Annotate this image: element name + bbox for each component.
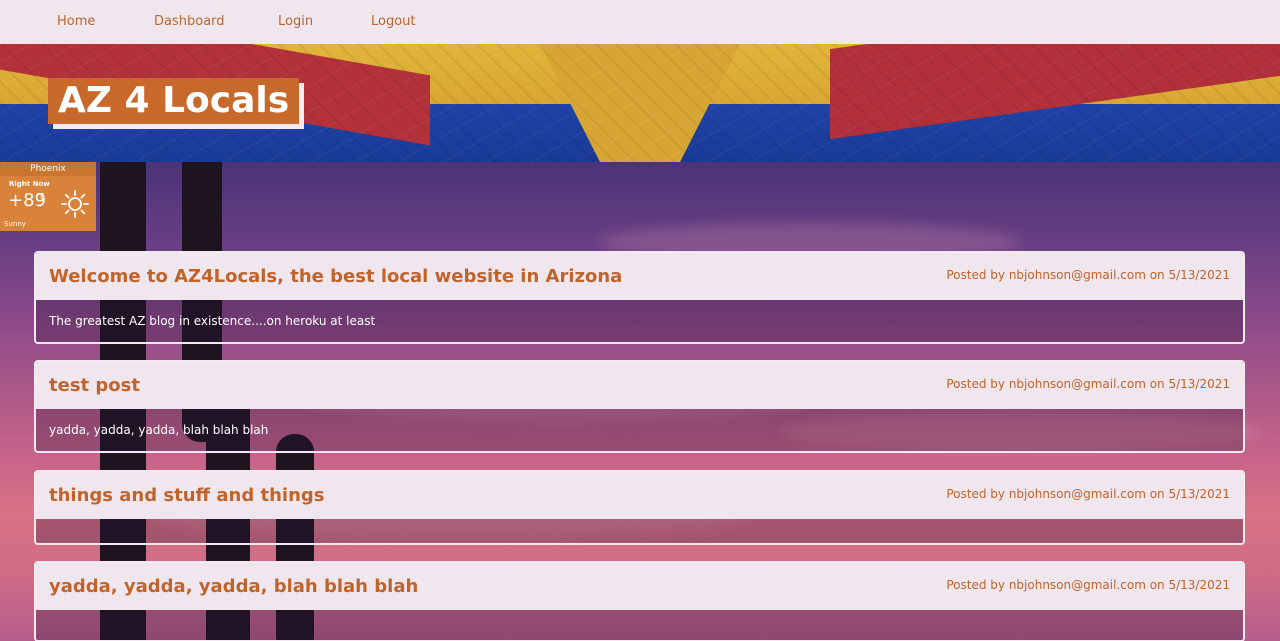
site-title-box: AZ 4 Locals <box>48 78 300 124</box>
post-title[interactable]: yadda, yadda, yadda, blah blah blah <box>49 576 418 597</box>
nav-login-link[interactable]: Login <box>278 14 313 29</box>
nav-dashboard-link[interactable]: Dashboard <box>154 14 225 29</box>
post-card: yadda, yadda, yadda, blah blah blah Post… <box>34 561 1245 641</box>
post-header: things and stuff and things Posted by nb… <box>36 472 1243 519</box>
post-body <box>36 610 1243 640</box>
post-meta: Posted by nbjohnson@gmail.com on 5/13/20… <box>946 377 1230 391</box>
post-body: yadda, yadda, yadda, blah blah blah <box>36 409 1243 451</box>
post-card: test post Posted by nbjohnson@gmail.com … <box>34 360 1245 453</box>
weather-condition: Sunny <box>4 220 26 228</box>
post-title[interactable]: Welcome to AZ4Locals, the best local web… <box>49 266 622 287</box>
top-nav: Home Dashboard Login Logout <box>0 0 1280 45</box>
post-content: yadda, yadda, yadda, blah blah blah <box>49 423 269 437</box>
post-meta: Posted by nbjohnson@gmail.com on 5/13/20… <box>946 487 1230 501</box>
post-body: The greatest AZ blog in existence....on … <box>36 300 1243 342</box>
post-body <box>36 519 1243 543</box>
weather-city: Phoenix <box>0 162 96 176</box>
nav-logout-link[interactable]: Logout <box>371 14 416 29</box>
post-header: yadda, yadda, yadda, blah blah blah Post… <box>36 563 1243 610</box>
post-title[interactable]: test post <box>49 375 140 396</box>
sun-icon <box>61 190 89 218</box>
post-meta: Posted by nbjohnson@gmail.com on 5/13/20… <box>946 578 1230 592</box>
site-title: AZ 4 Locals <box>58 80 290 121</box>
post-content: The greatest AZ blog in existence....on … <box>49 314 376 328</box>
post-title[interactable]: things and stuff and things <box>49 485 324 506</box>
post-header: Welcome to AZ4Locals, the best local web… <box>36 253 1243 300</box>
weather-label: Right Now <box>9 180 50 188</box>
post-meta: Posted by nbjohnson@gmail.com on 5/13/20… <box>946 268 1230 282</box>
arizona-flag-banner: AZ 4 Locals <box>0 44 1280 162</box>
weather-widget[interactable]: Phoenix Right Now +89 °F Sunny <box>0 162 96 231</box>
post-card: things and stuff and things Posted by nb… <box>34 470 1245 545</box>
weather-unit: °F <box>36 192 45 201</box>
nav-home-link[interactable]: Home <box>57 14 95 29</box>
post-header: test post Posted by nbjohnson@gmail.com … <box>36 362 1243 409</box>
post-card: Welcome to AZ4Locals, the best local web… <box>34 251 1245 344</box>
